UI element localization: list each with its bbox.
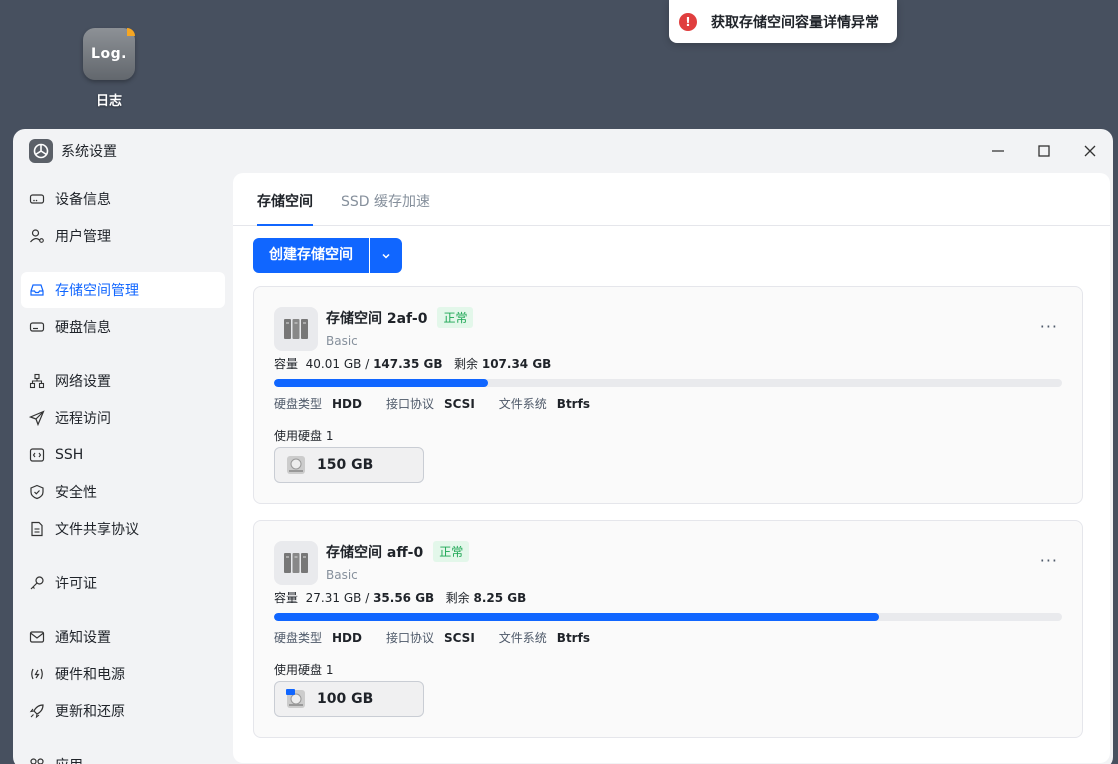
user-icon [29, 228, 45, 244]
error-toast: ! 获取存储空间容量详情异常 [669, 0, 897, 43]
disks-used-label: 使用硬盘 1 [274, 663, 334, 677]
sidebar-item-file-sharing[interactable]: 文件共享协议 [21, 511, 225, 547]
disk-chip[interactable]: 150 GB [274, 447, 424, 483]
pool-capacity: 容量 40.01 GB / 147.35 GB 剩余 107.34 GB [274, 357, 552, 371]
file-icon [29, 521, 45, 537]
storage-pool-card: 存储空间 aff-0 正常 Basic ··· 容量 27.31 GB / 35.… [253, 520, 1083, 738]
hard-disk-icon [287, 456, 305, 474]
sidebar-item-storage[interactable]: 存储空间管理 [21, 272, 225, 308]
capacity-bar [274, 379, 1062, 387]
pool-properties: 硬盘类型 HDD 接口协议 SCSI 文件系统 Btrfs [274, 631, 590, 645]
disk-icon [29, 319, 45, 335]
sidebar-item-label: 许可证 [55, 576, 97, 592]
capacity-bar-fill [274, 613, 880, 621]
sidebar-item-device-info[interactable]: 设备信息 [21, 181, 225, 217]
send-icon [29, 410, 45, 426]
sidebar-item-label: 更新和还原 [55, 704, 125, 720]
sidebar-item-label: 网络设置 [55, 374, 111, 390]
pool-type: Basic [326, 334, 358, 348]
sidebar-item-ssh[interactable]: SSH [21, 437, 225, 473]
shield-icon [29, 484, 45, 500]
key-icon [29, 575, 45, 591]
main-panel: 存储空间 SSD 缓存加速 创建存储空间 存储空间 2af-0 正常 Basic … [233, 173, 1110, 763]
sidebar-item-label: 用户管理 [55, 229, 111, 245]
sidebar-item-label: SSH [55, 447, 84, 463]
sidebar-item-label: 安全性 [55, 485, 97, 501]
chevron-down-icon [381, 246, 391, 265]
error-icon: ! [679, 12, 697, 31]
sidebar-item-apps[interactable]: 应用 [21, 747, 225, 764]
sidebar-item-disk-info[interactable]: 硬盘信息 [21, 309, 225, 345]
storage-pool-icon [274, 307, 318, 351]
mail-icon [29, 629, 45, 645]
storage-pool-icon [274, 541, 318, 585]
tab-ssd-cache[interactable]: SSD 缓存加速 [341, 173, 430, 225]
sidebar-item-hardware-power[interactable]: 硬件和电源 [21, 656, 225, 692]
pool-name: 存储空间 aff-0 [326, 544, 424, 561]
sidebar-item-license[interactable]: 许可证 [21, 565, 225, 601]
sidebar-item-label: 文件共享协议 [55, 522, 139, 538]
disk-size: 100 GB [317, 691, 374, 707]
sidebar-item-remote-access[interactable]: 远程访问 [21, 400, 225, 436]
power-icon [29, 666, 45, 682]
sidebar-item-update-restore[interactable]: 更新和还原 [21, 693, 225, 729]
sidebar-item-label: 硬件和电源 [55, 667, 125, 683]
log-app-icon[interactable]: Log. [83, 28, 135, 80]
window-title: 系统设置 [61, 144, 117, 160]
sidebar-item-notifications[interactable]: 通知设置 [21, 619, 225, 655]
device-icon [29, 191, 45, 207]
disk-size: 150 GB [317, 457, 374, 473]
sidebar-item-users[interactable]: 用户管理 [21, 218, 225, 254]
status-badge: 正常 [433, 541, 470, 562]
desktop-icon-label: 日志 [95, 94, 122, 109]
minimize-button[interactable] [975, 129, 1021, 173]
disks-used-label: 使用硬盘 1 [274, 429, 334, 443]
storage-icon [29, 282, 45, 298]
settings-window: 系统设置 设备信息 用户管理 存储空间管理 硬盘信息 网络设置 远程访问 SSH… [13, 129, 1113, 764]
close-button[interactable] [1067, 129, 1113, 173]
sidebar-item-network[interactable]: 网络设置 [21, 363, 225, 399]
sidebar-item-label: 通知设置 [55, 630, 111, 646]
pool-name: 存储空间 2af-0 [326, 310, 428, 327]
ssh-icon [29, 447, 45, 463]
disk-chip[interactable]: 100 GB [274, 681, 424, 717]
pool-capacity: 容量 27.31 GB / 35.56 GB 剩余 8.25 GB [274, 591, 527, 605]
toast-message: 获取存储空间容量详情异常 [711, 14, 879, 31]
sidebar-item-label: 远程访问 [55, 411, 111, 427]
create-storage-button[interactable]: 创建存储空间 [253, 238, 369, 273]
more-options-button[interactable]: ··· [1040, 317, 1058, 336]
sidebar-item-security[interactable]: 安全性 [21, 474, 225, 510]
sidebar-item-label: 设备信息 [55, 192, 111, 208]
sidebar-item-label: 存储空间管理 [55, 283, 139, 299]
status-badge: 正常 [437, 307, 474, 328]
storage-pool-card: 存储空间 2af-0 正常 Basic ··· 容量 40.01 GB / 147… [253, 286, 1083, 504]
network-icon [29, 373, 45, 389]
create-dropdown-button[interactable] [370, 238, 402, 273]
capacity-bar-fill [274, 379, 489, 387]
capacity-bar [274, 613, 1062, 621]
desktop-log-app[interactable]: Log. 日志 [80, 28, 138, 109]
create-storage-group: 创建存储空间 [253, 238, 402, 273]
tab-storage-pools[interactable]: 存储空间 [257, 173, 313, 226]
ssd-disk-icon [286, 689, 305, 708]
tab-bar: 存储空间 SSD 缓存加速 [233, 173, 1110, 226]
settings-app-icon [29, 139, 53, 163]
rocket-icon [29, 703, 45, 719]
pool-type: Basic [326, 568, 358, 582]
sidebar-item-label: 应用 [55, 755, 83, 764]
apps-icon [29, 757, 45, 764]
sidebar-item-label: 硬盘信息 [55, 320, 111, 336]
maximize-button[interactable] [1021, 129, 1067, 173]
title-bar[interactable]: 系统设置 [13, 129, 1113, 173]
sidebar: 设备信息 用户管理 存储空间管理 硬盘信息 网络设置 远程访问 SSH 安全性 … [21, 181, 225, 764]
more-options-button[interactable]: ··· [1040, 551, 1058, 570]
pool-properties: 硬盘类型 HDD 接口协议 SCSI 文件系统 Btrfs [274, 397, 590, 411]
